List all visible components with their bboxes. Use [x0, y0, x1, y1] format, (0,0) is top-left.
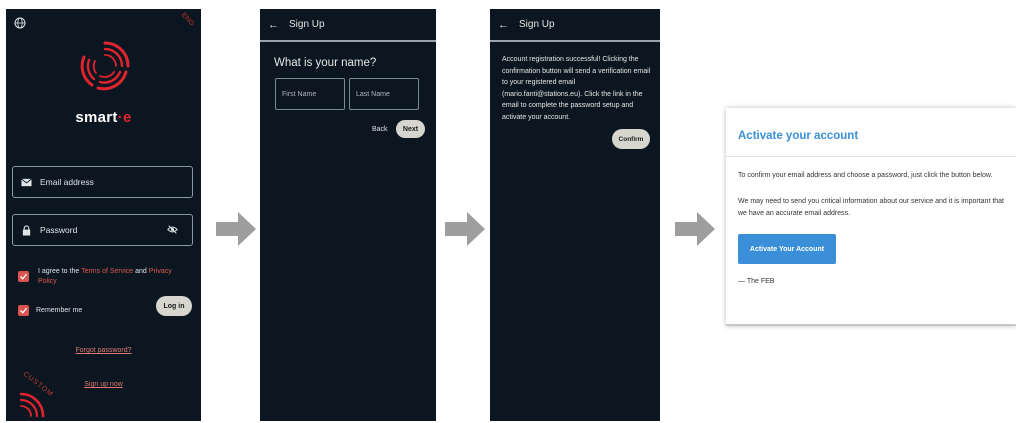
flow-arrow-icon — [216, 212, 256, 246]
brand-wordmark: smart·e — [75, 109, 132, 126]
back-arrow-icon[interactable]: ← — [268, 19, 279, 31]
name-question: What is your name? — [274, 57, 377, 69]
back-arrow-icon[interactable]: ← — [498, 19, 509, 31]
last-name-field[interactable]: Last Name — [349, 78, 419, 110]
signup-header: ← Sign Up — [490, 9, 660, 42]
flow-arrow-icon — [675, 212, 715, 246]
email-divider — [726, 156, 1016, 157]
remember-checkbox[interactable] — [18, 305, 29, 316]
forgot-password-link[interactable]: Forgot password? — [6, 347, 201, 354]
terms-text: I agree to the Terms of Service and Priv… — [38, 268, 172, 285]
header-title: Sign Up — [519, 19, 555, 30]
email-paragraph: We may need to send you critical informa… — [738, 198, 1005, 217]
flow-arrow-icon — [445, 212, 485, 246]
confirmation-message: Account registration successful! Clickin… — [502, 56, 651, 121]
email-field[interactable]: Email address — [12, 166, 193, 198]
login-button[interactable]: Log in — [156, 296, 192, 316]
email-placeholder: Email address — [40, 177, 94, 187]
email-signature: — The FEB — [738, 278, 775, 285]
remember-label: Remember me — [36, 307, 83, 314]
activation-email: Activate your account To confirm your em… — [726, 108, 1016, 326]
brand-swirl — [19, 392, 45, 418]
first-name-field[interactable]: First Name — [275, 78, 345, 110]
email-paragraph: To confirm your email address and choose… — [738, 172, 993, 179]
checkbox-icon — [20, 273, 28, 280]
terms-checkbox[interactable] — [18, 271, 29, 282]
next-button[interactable]: Next — [396, 120, 425, 138]
password-field[interactable]: Password — [12, 214, 193, 246]
back-button[interactable]: Back — [372, 126, 388, 133]
language-selector[interactable]: ENG — [180, 12, 196, 28]
password-placeholder: Password — [40, 225, 78, 235]
lock-icon — [22, 224, 31, 236]
email-title: Activate your account — [738, 130, 859, 142]
header-title: Sign Up — [289, 19, 325, 30]
globe-icon[interactable] — [14, 17, 26, 29]
signup-name-screen: ← Sign Up What is your name? First Name … — [260, 9, 436, 421]
activate-account-button[interactable]: Activate Your Account — [738, 234, 836, 264]
signup-header: ← Sign Up — [260, 9, 436, 42]
mail-icon — [21, 177, 32, 186]
checkbox-icon — [20, 307, 28, 314]
signup-confirm-screen: ← Sign Up Account registration successfu… — [490, 9, 660, 421]
terms-link[interactable]: Terms of Service — [81, 268, 133, 275]
login-screen: ENG smart·e Email address Password I agr… — [6, 9, 201, 421]
confirm-button[interactable]: Confirm — [612, 129, 650, 149]
eye-off-icon[interactable] — [167, 224, 178, 235]
brand-logo — [80, 41, 130, 91]
